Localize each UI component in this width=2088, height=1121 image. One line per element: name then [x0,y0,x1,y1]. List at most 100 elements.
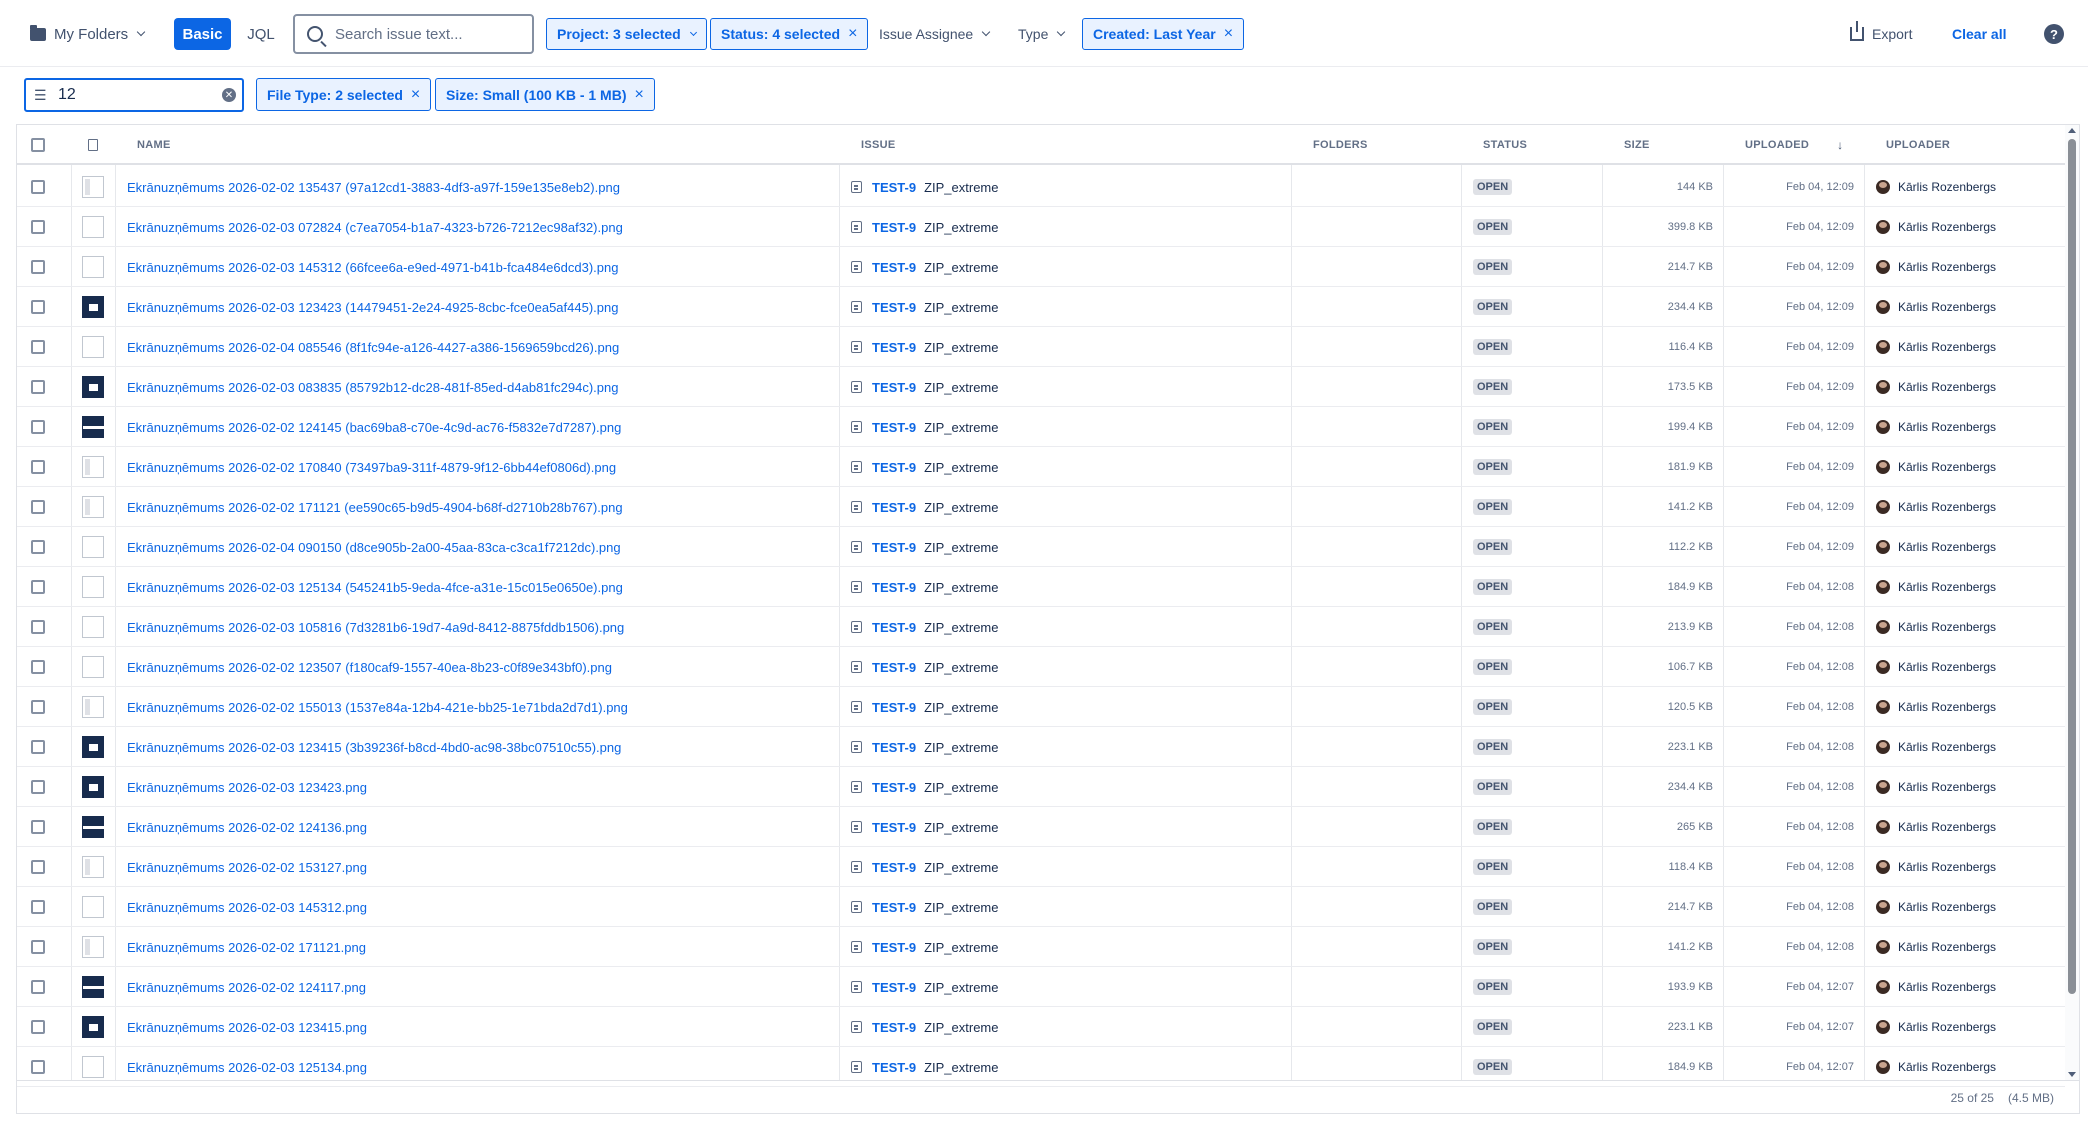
file-name-link[interactable]: Ekrānuzņēmums 2026-02-03 123423.png [127,780,367,795]
issue-key-link[interactable]: TEST-9 [872,420,916,435]
file-name-link[interactable]: Ekrānuzņēmums 2026-02-02 124117.png [127,980,366,995]
row-checkbox[interactable] [31,980,45,994]
file-name-link[interactable]: Ekrānuzņēmums 2026-02-03 123423 (1447945… [127,300,618,315]
vertical-scrollbar[interactable] [2065,125,2079,1080]
issue-key-link[interactable]: TEST-9 [872,580,916,595]
table-row[interactable]: Ekrānuzņēmums 2026-02-02 171121.png TEST-… [17,927,2065,967]
row-checkbox[interactable] [31,1020,45,1034]
issue-assignee-filter[interactable]: Issue Assignee [879,18,991,50]
file-name-link[interactable]: Ekrānuzņēmums 2026-02-02 155013 (1537e84… [127,700,628,715]
thumbnail-image[interactable] [82,496,104,518]
thumbnail-image[interactable] [82,896,104,918]
table-row[interactable]: Ekrānuzņēmums 2026-02-03 123415.png TEST-… [17,1007,2065,1047]
issue-key-link[interactable]: TEST-9 [872,900,916,915]
table-row[interactable]: Ekrānuzņēmums 2026-02-02 123507 (f180caf… [17,647,2065,687]
file-name-link[interactable]: Ekrānuzņēmums 2026-02-03 105816 (7d3281b… [127,620,624,635]
file-name-link[interactable]: Ekrānuzņēmums 2026-02-04 090150 (d8ce905… [127,540,621,555]
status-column-header[interactable]: STATUS [1473,125,1602,165]
clear-input-icon[interactable]: ✕ [222,88,236,102]
row-checkbox[interactable] [31,540,45,554]
issue-key-link[interactable]: TEST-9 [872,700,916,715]
thumbnail-image[interactable] [82,976,105,998]
row-checkbox[interactable] [31,180,45,194]
thumbnail-image[interactable] [82,1056,104,1078]
created-filter-chip[interactable]: Created: Last Year × [1082,18,1245,50]
row-checkbox[interactable] [31,220,45,234]
issue-key-link[interactable]: TEST-9 [872,780,916,795]
row-checkbox[interactable] [31,580,45,594]
table-row[interactable]: Ekrānuzņēmums 2026-02-02 124117.png TEST-… [17,967,2065,1007]
row-checkbox[interactable] [31,940,45,954]
size-column-header[interactable]: SIZE [1614,125,1723,165]
type-filter[interactable]: Type [1018,18,1066,50]
issue-key-link[interactable]: TEST-9 [872,940,916,955]
select-all-checkbox[interactable] [31,138,45,152]
file-name-link[interactable]: Ekrānuzņēmums 2026-02-03 123415 (3b39236… [127,740,621,755]
file-name-link[interactable]: Ekrānuzņēmums 2026-02-04 085546 (8f1fc94… [127,340,619,355]
row-checkbox[interactable] [31,1060,45,1074]
table-row[interactable]: Ekrānuzņēmums 2026-02-02 124136.png TEST-… [17,807,2065,847]
issue-key-link[interactable]: TEST-9 [872,500,916,515]
file-name-link[interactable]: Ekrānuzņēmums 2026-02-03 123415.png [127,1020,367,1035]
scroll-up-icon[interactable] [2068,128,2076,133]
row-checkbox[interactable] [31,660,45,674]
thumbnail-image[interactable] [82,776,104,798]
scrollbar-thumb[interactable] [2068,139,2076,994]
issue-key-link[interactable]: TEST-9 [872,180,916,195]
issue-key-link[interactable]: TEST-9 [872,380,916,395]
row-checkbox[interactable] [31,420,45,434]
issue-text-search[interactable] [293,14,534,54]
close-icon[interactable]: × [848,25,857,43]
thumbnail-image[interactable] [82,696,104,718]
thumbnail-image[interactable] [82,1016,104,1038]
table-row[interactable]: Ekrānuzņēmums 2026-02-03 123423.png TEST-… [17,767,2065,807]
row-checkbox[interactable] [31,620,45,634]
row-checkbox[interactable] [31,340,45,354]
row-checkbox[interactable] [31,740,45,754]
table-row[interactable]: Ekrānuzņēmums 2026-02-03 105816 (7d3281b… [17,607,2065,647]
search-input[interactable] [333,24,523,44]
file-name-link[interactable]: Ekrānuzņēmums 2026-02-02 171121 (ee590c6… [127,500,623,515]
folders-column-header[interactable]: FOLDERS [1303,125,1461,165]
issue-key-link[interactable]: TEST-9 [872,1020,916,1035]
file-name-link[interactable]: Ekrānuzņēmums 2026-02-02 170840 (73497ba… [127,460,616,475]
table-row[interactable]: Ekrānuzņēmums 2026-02-03 123415 (3b39236… [17,727,2065,767]
status-filter-chip[interactable]: Status: 4 selected × [710,18,869,50]
thumbnail-image[interactable] [82,576,104,598]
scroll-down-icon[interactable] [2068,1072,2076,1077]
filter-text-field[interactable]: ☰ ✕ [24,78,244,112]
table-row[interactable]: Ekrānuzņēmums 2026-02-03 145312 (66fcee6… [17,247,2065,287]
row-checkbox[interactable] [31,860,45,874]
file-name-link[interactable]: Ekrānuzņēmums 2026-02-03 145312.png [127,900,367,915]
thumbnail-image[interactable] [82,816,105,838]
help-icon[interactable]: ? [2044,24,2064,44]
size-filter-chip[interactable]: Size: Small (100 KB - 1 MB) × [435,78,655,111]
row-checkbox[interactable] [31,300,45,314]
my-folders-dropdown[interactable]: My Folders [30,18,146,50]
file-name-link[interactable]: Ekrānuzņēmums 2026-02-02 123507 (f180caf… [127,660,612,675]
row-checkbox[interactable] [31,260,45,274]
issue-key-link[interactable]: TEST-9 [872,220,916,235]
row-checkbox[interactable] [31,460,45,474]
table-row[interactable]: Ekrānuzņēmums 2026-02-03 125134 (545241b… [17,567,2065,607]
close-icon[interactable]: × [635,86,644,104]
table-row[interactable]: Ekrānuzņēmums 2026-02-03 072824 (c7ea705… [17,207,2065,247]
thumbnail-image[interactable] [82,656,104,678]
table-row[interactable]: Ekrānuzņēmums 2026-02-02 153127.png TEST-… [17,847,2065,887]
issue-key-link[interactable]: TEST-9 [872,820,916,835]
table-row[interactable]: Ekrānuzņēmums 2026-02-03 123423 (1447945… [17,287,2065,327]
name-column-header[interactable]: NAME [127,125,827,165]
file-name-link[interactable]: Ekrānuzņēmums 2026-02-03 125134 (545241b… [127,580,623,595]
row-checkbox[interactable] [31,380,45,394]
row-checkbox[interactable] [31,820,45,834]
issue-key-link[interactable]: TEST-9 [872,1060,916,1075]
thumbnail-image[interactable] [82,416,105,438]
file-name-link[interactable]: Ekrānuzņēmums 2026-02-02 171121.png [127,940,366,955]
file-name-link[interactable]: Ekrānuzņēmums 2026-02-03 083835 (85792b1… [127,380,618,395]
project-filter-chip[interactable]: Project: 3 selected [546,18,707,50]
file-name-link[interactable]: Ekrānuzņēmums 2026-02-03 125134.png [127,1060,367,1075]
file-name-link[interactable]: Ekrānuzņēmums 2026-02-02 124136.png [127,820,367,835]
table-row[interactable]: Ekrānuzņēmums 2026-02-03 145312.png TEST-… [17,887,2065,927]
thumbnail-image[interactable] [82,736,104,758]
clear-all-button[interactable]: Clear all [1952,18,2006,50]
